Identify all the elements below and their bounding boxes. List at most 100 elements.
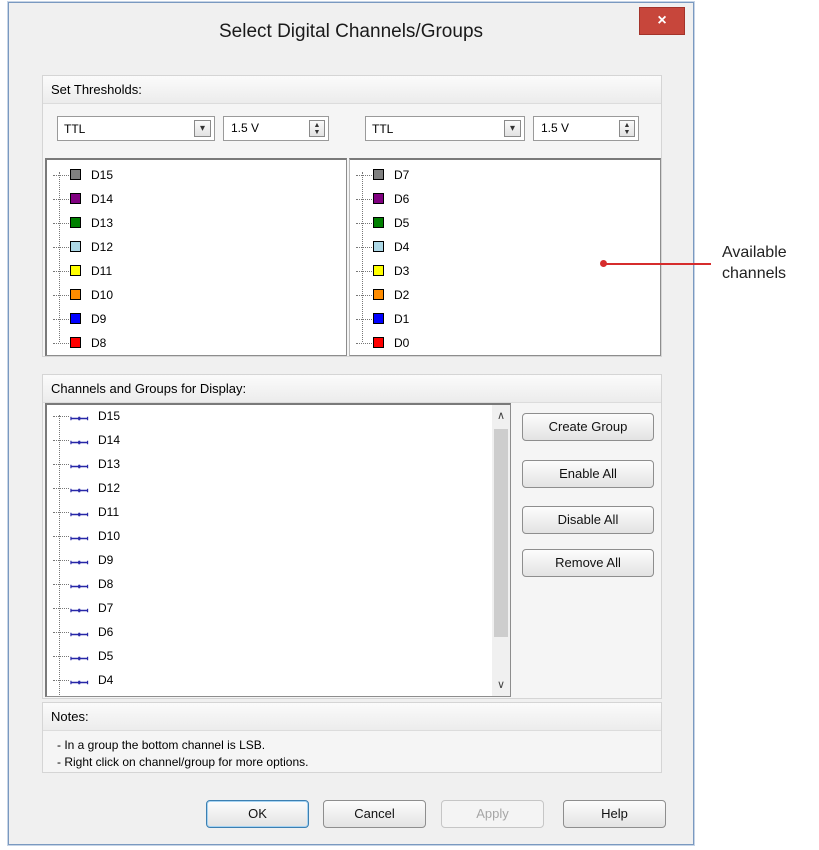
channel-color-swatch: [70, 289, 81, 300]
channel-item[interactable]: D13: [53, 212, 253, 234]
disable-all-button[interactable]: Disable All: [522, 506, 654, 534]
display-header: Channels and Groups for Display:: [43, 375, 661, 403]
display-item[interactable]: ꟷꟷ D11: [53, 501, 173, 525]
scrollbar-thumb[interactable]: [494, 429, 508, 637]
display-item[interactable]: ꟷꟷ D8: [53, 573, 173, 597]
channel-color-swatch: [373, 289, 384, 300]
display-item-label: D14: [98, 433, 121, 447]
digital-pulse-icon: ꟷꟷ: [70, 676, 89, 690]
chevron-down-icon[interactable]: ▾: [504, 120, 521, 137]
display-item[interactable]: ꟷꟷ D12: [53, 477, 173, 501]
display-item[interactable]: ꟷꟷ D4: [53, 669, 173, 693]
channel-item[interactable]: D4: [356, 236, 556, 258]
scroll-up-icon[interactable]: ∧: [492, 407, 510, 425]
digital-pulse-icon: ꟷꟷ: [70, 484, 89, 498]
scroll-down-icon[interactable]: ∨: [492, 676, 510, 694]
annotation-line2: channels: [722, 265, 787, 282]
channel-color-swatch: [70, 217, 81, 228]
title-bar[interactable]: Select Digital Channels/Groups ×: [9, 3, 693, 61]
channel-label: D0: [394, 336, 410, 350]
channel-label: D9: [91, 312, 107, 326]
channel-color-swatch: [373, 169, 384, 180]
display-item[interactable]: ꟷꟷ D13: [53, 453, 173, 477]
channel-label: D6: [394, 192, 410, 206]
chevron-down-icon[interactable]: ▾: [194, 120, 211, 137]
channel-item[interactable]: D9: [53, 308, 253, 330]
channel-item[interactable]: D15: [53, 164, 253, 186]
spin-updown-icon[interactable]: ▲ ▼: [309, 120, 325, 137]
right-voltage-spinner[interactable]: 1.5 V ▲ ▼: [533, 116, 639, 141]
display-item[interactable]: ꟷꟷ D9: [53, 549, 173, 573]
channel-label: D12: [91, 240, 114, 254]
digital-pulse-icon: ꟷꟷ: [70, 532, 89, 546]
channel-item[interactable]: D2: [356, 284, 556, 306]
channel-item[interactable]: D6: [356, 188, 556, 210]
channel-color-swatch: [373, 217, 384, 228]
display-item-label: D7: [98, 601, 114, 615]
channel-label: D11: [91, 264, 113, 278]
digital-pulse-icon: ꟷꟷ: [70, 436, 89, 450]
left-logic-family-value: TTL: [64, 122, 86, 136]
help-button[interactable]: Help: [563, 800, 666, 828]
channel-label: D13: [91, 216, 114, 230]
channel-color-swatch: [373, 193, 384, 204]
display-list-scrollbar[interactable]: ∧ ∨: [492, 405, 510, 696]
display-item[interactable]: ꟷꟷ D6: [53, 621, 173, 645]
dialog-title: Select Digital Channels/Groups: [218, 21, 484, 42]
channel-label: D10: [91, 288, 114, 302]
apply-button[interactable]: Apply: [441, 800, 544, 828]
channel-label: D4: [394, 240, 410, 254]
display-item[interactable]: ꟷꟷ D14: [53, 429, 173, 453]
channel-color-swatch: [70, 337, 81, 348]
display-list[interactable]: ꟷꟷ D15 ꟷꟷ D14 ꟷꟷ D13 ꟷꟷ D12 ꟷꟷ D11 ꟷꟷ D10 ꟷꟷ D9…: [45, 403, 511, 697]
display-item-label: D4: [98, 673, 114, 687]
remove-all-button[interactable]: Remove All: [522, 549, 654, 577]
channel-item[interactable]: D12: [53, 236, 253, 258]
available-channels-left[interactable]: D15 D14 D13 D12 D11 D10 D9 D8: [45, 158, 347, 356]
channel-color-swatch: [70, 241, 81, 252]
channel-item[interactable]: D8: [53, 332, 253, 354]
channel-item[interactable]: D1: [356, 308, 556, 330]
display-item[interactable]: ꟷꟷ D10: [53, 525, 173, 549]
channel-label: D3: [394, 264, 410, 278]
channel-item[interactable]: D0: [356, 332, 556, 354]
notes-line: - Right click on channel/group for more …: [57, 755, 309, 769]
display-item-label: D6: [98, 625, 114, 639]
available-channels-right[interactable]: D7 D6 D5 D4 D3 D2 D1 D0: [349, 158, 661, 356]
channel-color-swatch: [70, 169, 81, 180]
display-item-label: D10: [98, 529, 121, 543]
right-logic-family-value: TTL: [372, 122, 394, 136]
channel-item[interactable]: D5: [356, 212, 556, 234]
channel-item[interactable]: D3: [356, 260, 556, 282]
channel-item[interactable]: D7: [356, 164, 556, 186]
channel-item[interactable]: D14: [53, 188, 253, 210]
enable-all-button[interactable]: Enable All: [522, 460, 654, 488]
display-item-label: D9: [98, 553, 114, 567]
thresholds-header: Set Thresholds:: [43, 76, 661, 104]
spin-updown-icon[interactable]: ▲ ▼: [619, 120, 635, 137]
display-group: Channels and Groups for Display: ꟷꟷ D15 ꟷ…: [42, 374, 662, 699]
annotation-line: [604, 263, 711, 265]
close-button[interactable]: ×: [639, 7, 685, 35]
digital-pulse-icon: ꟷꟷ: [70, 652, 89, 666]
digital-pulse-icon: ꟷꟷ: [70, 628, 89, 642]
channel-color-swatch: [373, 313, 384, 324]
left-logic-family-select[interactable]: TTL ▾: [57, 116, 215, 141]
display-item[interactable]: ꟷꟷ D15: [53, 405, 173, 429]
channel-label: D8: [91, 336, 107, 350]
display-item-label: D5: [98, 649, 114, 663]
right-logic-family-select[interactable]: TTL ▾: [365, 116, 525, 141]
left-voltage-spinner[interactable]: 1.5 V ▲ ▼: [223, 116, 329, 141]
notes-line: - In a group the bottom channel is LSB.: [57, 738, 266, 752]
display-item-label: D13: [98, 457, 121, 471]
digital-pulse-icon: ꟷꟷ: [70, 580, 89, 594]
channel-item[interactable]: D11: [53, 260, 253, 282]
display-item[interactable]: ꟷꟷ D5: [53, 645, 173, 669]
channel-item[interactable]: D10: [53, 284, 253, 306]
ok-button[interactable]: OK: [206, 800, 309, 828]
display-item[interactable]: ꟷꟷ D7: [53, 597, 173, 621]
channel-label: D5: [394, 216, 410, 230]
cancel-button[interactable]: Cancel: [323, 800, 426, 828]
create-group-button[interactable]: Create Group: [522, 413, 654, 441]
digital-pulse-icon: ꟷꟷ: [70, 508, 89, 522]
